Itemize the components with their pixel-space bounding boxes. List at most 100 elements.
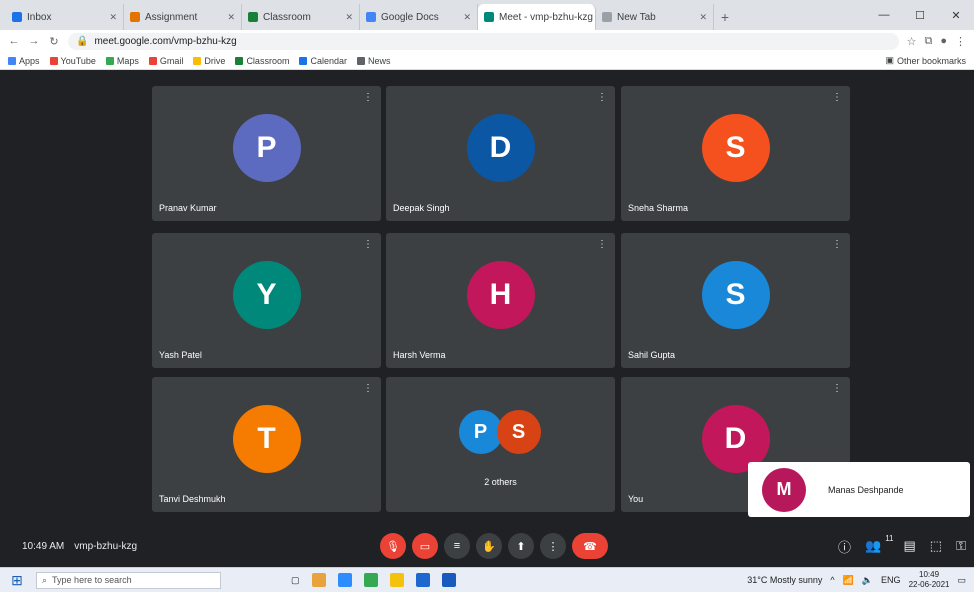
close-window-icon[interactable]: ✕ xyxy=(938,9,974,22)
star-icon[interactable]: ☆ xyxy=(907,35,917,48)
notifications-icon[interactable]: ▭ xyxy=(957,575,966,586)
tab-label: New Tab xyxy=(617,11,656,23)
new-tab-button[interactable]: + xyxy=(714,4,736,30)
bookmark-icon xyxy=(105,56,114,65)
captions-button[interactable]: ≡ xyxy=(444,533,470,559)
tile-options-icon[interactable]: ⋮ xyxy=(363,92,373,103)
search-icon: ⌕ xyxy=(42,574,48,585)
file-explorer-icon[interactable] xyxy=(311,573,326,587)
browser-tab[interactable]: New Tab ✕ xyxy=(596,4,714,30)
participant-name: Harsh Verma xyxy=(393,350,446,360)
tile-options-icon[interactable]: ⋮ xyxy=(597,239,607,250)
tab-close-icon[interactable]: ✕ xyxy=(345,12,353,23)
activities-icon[interactable]: ⬚ xyxy=(930,538,942,554)
meeting-time: 10:49 AM xyxy=(22,540,65,552)
maximize-icon[interactable]: ☐ xyxy=(902,9,938,22)
participant-avatar: S xyxy=(701,261,770,329)
forward-icon[interactable]: → xyxy=(28,35,40,47)
url-field[interactable]: 🔒 meet.google.com/vmp-bzhu-kzg xyxy=(68,32,899,50)
window-controls: — ☐ ✕ xyxy=(866,0,974,30)
participant-tile[interactable]: H Harsh Verma ⋮ xyxy=(386,233,615,368)
other-bookmarks[interactable]: ▣ Other bookmarks xyxy=(885,55,966,66)
participant-avatar: D xyxy=(466,114,535,182)
windows-taskbar: ⊞ ⌕ Type here to search ▢ 31°C Mostly su… xyxy=(0,567,974,592)
participant-tile[interactable]: P Pranav Kumar ⋮ xyxy=(152,86,381,221)
bookmark-item[interactable]: News xyxy=(356,56,391,66)
store-icon[interactable] xyxy=(415,573,430,587)
bookmark-item[interactable]: Calendar xyxy=(299,56,347,66)
bookmark-item[interactable]: Maps xyxy=(105,56,139,66)
lang-indicator[interactable]: ENG xyxy=(881,575,901,585)
more-options-button[interactable]: ⋮ xyxy=(540,533,566,559)
tab-close-icon[interactable]: ✕ xyxy=(699,12,707,23)
meeting-stage: D You ⋮ P S 2 others T Tanvi Deshmukh ⋮ S Sahil Gu… xyxy=(0,70,974,567)
weather-text[interactable]: 31°C Mostly sunny xyxy=(747,575,822,585)
reload-icon[interactable]: ↻ xyxy=(48,35,60,48)
chat-icon[interactable]: ▤ xyxy=(904,538,916,554)
participant-tile[interactable]: Y Yash Patel ⋮ xyxy=(152,233,381,368)
tab-close-icon[interactable]: ✕ xyxy=(463,12,471,23)
browser-tab[interactable]: Inbox ✕ xyxy=(6,4,124,30)
leave-call-button[interactable]: ☎ xyxy=(572,533,608,559)
tab-label: Google Docs xyxy=(381,11,439,23)
participant-tile[interactable]: T Tanvi Deshmukh ⋮ xyxy=(152,377,381,512)
tab-label: Inbox xyxy=(27,11,52,23)
tile-options-icon[interactable]: ⋮ xyxy=(832,239,842,250)
lock-meeting-icon[interactable]: ⚿ xyxy=(956,538,966,554)
participant-tile[interactable]: S Sneha Sharma ⋮ xyxy=(621,86,850,221)
network-icon[interactable]: 📶 xyxy=(843,575,854,586)
back-icon[interactable]: ← xyxy=(8,35,20,47)
taskbar-clock[interactable]: 10:49 22-06-2021 xyxy=(909,570,950,590)
system-tray: 31°C Mostly sunny ^ 📶 🔈 ENG 10:49 22-06-… xyxy=(747,570,966,590)
bookmark-item[interactable]: YouTube xyxy=(49,56,96,66)
participant-tile[interactable]: S Sahil Gupta ⋮ xyxy=(621,233,850,368)
folder-app-icon[interactable] xyxy=(389,573,404,587)
bookmark-item[interactable]: Classroom xyxy=(235,56,289,66)
tab-label: Assignment xyxy=(145,11,198,23)
bookmark-item[interactable]: Apps xyxy=(8,56,40,66)
bookmark-icon xyxy=(49,56,58,65)
folder-icon: ▣ xyxy=(885,55,894,65)
taskbar-search[interactable]: ⌕ Type here to search xyxy=(36,571,221,589)
minimize-icon[interactable]: — xyxy=(866,9,902,21)
group-avatar: S xyxy=(496,410,541,454)
bookmark-item[interactable]: Drive xyxy=(193,56,225,66)
browser-tab[interactable]: Classroom ✕ xyxy=(242,4,360,30)
tab-close-icon[interactable]: ✕ xyxy=(227,12,235,23)
tile-options-icon[interactable]: ⋮ xyxy=(363,383,373,394)
bookmark-icon xyxy=(148,56,157,65)
tile-options-icon[interactable]: ⋮ xyxy=(363,239,373,250)
word-icon[interactable] xyxy=(441,573,456,587)
browser-tab[interactable]: Google Docs ✕ xyxy=(360,4,478,30)
windows-start-icon[interactable]: ⊞ xyxy=(8,572,26,588)
raise-hand-button[interactable]: ✋ xyxy=(476,533,502,559)
meeting-info: 10:49 AM vmp-bzhu-kzg xyxy=(22,541,137,552)
extensions-icon[interactable]: ⧉ xyxy=(924,35,932,48)
self-avatar: M xyxy=(762,467,806,512)
tab-close-icon[interactable]: ✕ xyxy=(109,12,117,23)
tile-options-icon[interactable]: ⋮ xyxy=(832,92,842,103)
camera-toggle-button[interactable]: ▭ xyxy=(412,533,438,559)
bookmark-icon xyxy=(299,56,308,65)
browser-tab[interactable]: Meet - vmp-bzhu-kzg✕ xyxy=(478,4,596,30)
edge-icon[interactable] xyxy=(337,573,352,587)
tile-options-icon[interactable]: ⋮ xyxy=(597,92,607,103)
info-icon[interactable]: ⓘ xyxy=(838,537,851,556)
task-view-icon[interactable]: ▢ xyxy=(291,575,300,586)
present-button[interactable]: ⬆ xyxy=(508,533,534,559)
browser-tab[interactable]: Assignment ✕ xyxy=(124,4,242,30)
group-tile[interactable]: PS 2 others xyxy=(386,377,615,512)
chrome-icon[interactable] xyxy=(363,573,378,587)
self-view[interactable]: M Manas Deshpande xyxy=(748,462,970,517)
profile-icon[interactable]: ● xyxy=(940,35,947,48)
menu-icon[interactable]: ⋮ xyxy=(955,35,966,48)
chevron-up-icon[interactable]: ^ xyxy=(830,575,834,585)
tile-options-icon[interactable]: ⋮ xyxy=(832,383,842,394)
volume-icon[interactable]: 🔈 xyxy=(862,575,873,586)
bookmark-item[interactable]: Gmail xyxy=(148,56,183,66)
call-controls: 🎙 ▭ ≡ ✋ ⬆ ⋮ ☎ xyxy=(380,533,608,559)
participant-tile[interactable]: D Deepak Singh ⋮ xyxy=(386,86,615,221)
taskbar-search-placeholder: Type here to search xyxy=(52,575,132,585)
people-icon[interactable]: 👥 11 xyxy=(865,534,894,554)
mic-toggle-button[interactable]: 🎙 xyxy=(380,533,406,559)
